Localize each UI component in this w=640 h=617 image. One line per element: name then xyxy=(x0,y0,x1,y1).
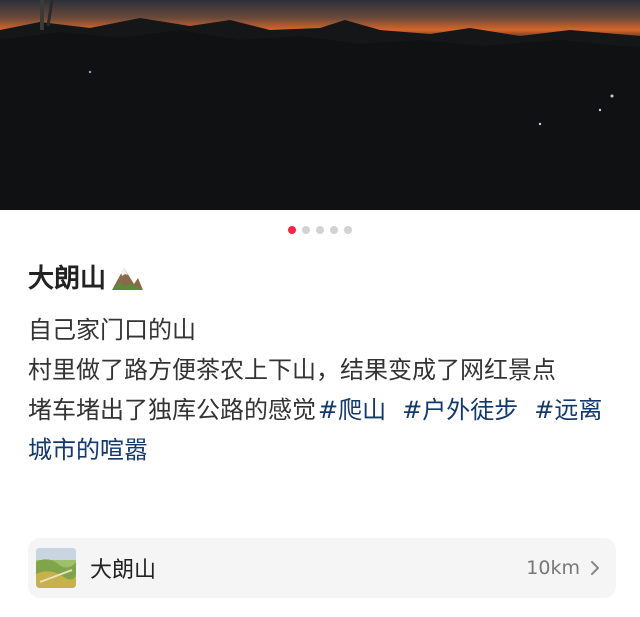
carousel-dot[interactable] xyxy=(302,226,310,234)
post-title: 大朗山 xyxy=(28,258,144,295)
location-distance: 10km xyxy=(526,557,580,579)
carousel-dot[interactable] xyxy=(330,226,338,234)
carousel-dot[interactable] xyxy=(316,226,324,234)
post-line: 堵车堵出了独库公路的感觉 xyxy=(28,396,316,424)
hashtag-link[interactable]: #爬山 xyxy=(318,396,386,424)
post-line: 村里做了路方便茶农上下山，结果变成了网红景点 xyxy=(28,356,556,384)
post-body: 自己家门口的山 村里做了路方便茶农上下山，结果变成了网红景点 堵车堵出了独库公路… xyxy=(28,310,618,470)
chevron-right-icon xyxy=(591,561,599,575)
mountain-icon xyxy=(112,267,144,290)
location-card[interactable]: 大朗山 10km xyxy=(28,538,616,598)
post-line: 自己家门口的山 xyxy=(28,316,196,344)
post-line-with-tags: 堵车堵出了独库公路的感觉#爬山 #户外徒步 #远离城市的喧嚣 xyxy=(28,390,618,470)
carousel-indicator xyxy=(0,224,640,236)
location-thumbnail xyxy=(36,548,76,588)
post-title-text: 大朗山 xyxy=(28,264,107,294)
location-name: 大朗山 xyxy=(90,558,157,583)
carousel-dot-active[interactable] xyxy=(288,226,296,234)
hashtag-link[interactable]: #户外徒步 xyxy=(402,396,518,424)
post-photo[interactable] xyxy=(0,0,640,210)
carousel-dot[interactable] xyxy=(344,226,352,234)
sunset-mountain-photo xyxy=(0,0,640,210)
